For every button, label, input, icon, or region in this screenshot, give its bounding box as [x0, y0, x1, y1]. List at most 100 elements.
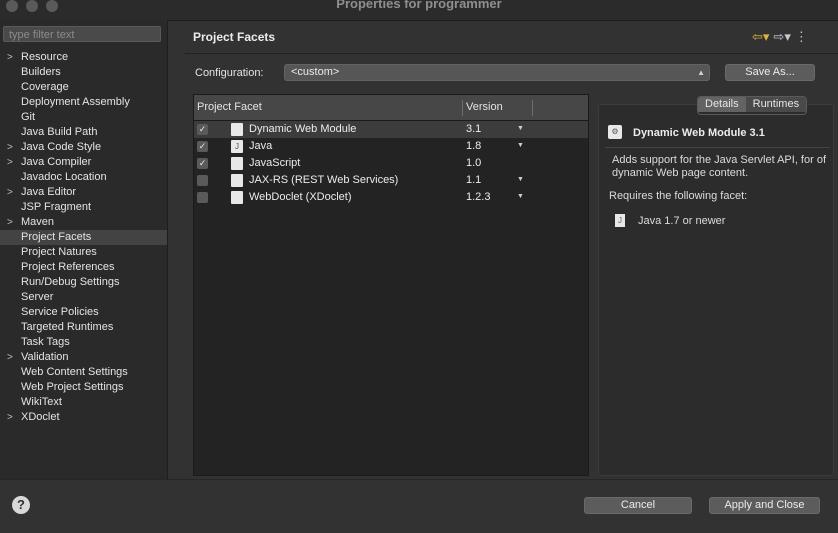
facet-version: 1.2.3	[466, 191, 491, 203]
tree-item[interactable]: JSP Fragment	[0, 200, 167, 215]
tree-item[interactable]: Coverage	[0, 80, 167, 95]
back-arrow-icon[interactable]: ⇦▾	[752, 29, 769, 44]
tree-item-label: Server	[21, 291, 54, 303]
chevron-right-icon[interactable]: >	[7, 155, 13, 170]
tree-item[interactable]: > Maven	[0, 215, 167, 230]
tree-item[interactable]: Run/Debug Settings	[0, 275, 167, 290]
facet-checkbox[interactable]: ✓	[197, 124, 208, 135]
facet-name: WebDoclet (XDoclet)	[249, 191, 352, 203]
tree-item-label: Targeted Runtimes	[21, 321, 114, 333]
cancel-button[interactable]: Cancel	[584, 497, 692, 514]
chevron-right-icon[interactable]: >	[7, 140, 13, 155]
tree-item-label: Maven	[21, 216, 55, 228]
facet-version: 1.8	[466, 140, 482, 152]
column-header-version[interactable]: Version	[466, 101, 503, 113]
save-as-button[interactable]: Save As...	[725, 64, 815, 81]
chevron-right-icon[interactable]: >	[7, 350, 13, 365]
facet-row[interactable]: JAX-RS (REST Web Services) 1.1 ▼	[194, 172, 588, 189]
facet-row[interactable]: ✓ Dynamic Web Module 3.1 ▼	[194, 121, 588, 138]
more-menu-icon[interactable]: ⋮	[795, 29, 808, 44]
filter-input[interactable]: type filter text	[3, 26, 161, 42]
facet-checkbox[interactable]: ✓	[197, 158, 208, 169]
web-module-icon: ⚙	[608, 125, 622, 139]
column-header-facet[interactable]: Project Facet	[197, 101, 262, 113]
tree-item[interactable]: > Java Code Style	[0, 140, 167, 155]
tree-item[interactable]: Service Policies	[0, 305, 167, 320]
tree-item[interactable]: Git	[0, 110, 167, 125]
table-header: Project Facet Version	[194, 95, 588, 121]
tree-item-label: Java Compiler	[21, 156, 92, 168]
tree-item-label: Task Tags	[21, 336, 70, 348]
tree-item[interactable]: > Validation	[0, 350, 167, 365]
chevron-right-icon[interactable]: >	[7, 185, 13, 200]
facet-name: JavaScript	[249, 157, 301, 169]
tree-item-label: Run/Debug Settings	[21, 276, 120, 288]
facet-checkbox[interactable]: ✓	[197, 141, 208, 152]
tree-item[interactable]: Builders	[0, 65, 167, 80]
tree-item[interactable]: Java Build Path	[0, 125, 167, 140]
select-arrows-icon: ▲	[697, 68, 705, 77]
tree-item-label: Project Facets	[21, 231, 92, 243]
tree-item[interactable]: > Resource	[0, 50, 167, 65]
facet-icon	[231, 191, 243, 204]
chevron-right-icon[interactable]: >	[7, 50, 13, 65]
facet-name: JAX-RS (REST Web Services)	[249, 174, 399, 186]
tree-item[interactable]: Deployment Assembly	[0, 95, 167, 110]
facet-name: Dynamic Web Module	[249, 123, 357, 135]
apply-and-close-button[interactable]: Apply and Close	[709, 497, 820, 514]
tree-item-label: WikiText	[21, 396, 62, 408]
forward-arrow-icon[interactable]: ⇨▾	[773, 29, 790, 44]
tab-runtimes[interactable]: Runtimes	[745, 97, 807, 112]
facet-row[interactable]: ✓ JavaScript 1.0	[194, 155, 588, 172]
property-tree: > Resource Builders Coverage Deployment Asse…	[0, 50, 167, 425]
version-dropdown-icon[interactable]: ▼	[517, 120, 524, 137]
tree-item[interactable]: Project Natures	[0, 245, 167, 260]
tree-item-label: Validation	[21, 351, 69, 363]
tree-item[interactable]: Task Tags	[0, 335, 167, 350]
footer-divider	[0, 479, 838, 480]
facet-name: Java	[249, 140, 273, 152]
property-tree-panel: type filter text > Resource Builders Covera…	[0, 20, 168, 479]
chevron-right-icon[interactable]: >	[7, 410, 13, 425]
tree-item-label: Java Code Style	[21, 141, 102, 153]
version-dropdown-icon[interactable]: ▼	[517, 137, 524, 154]
facet-version: 1.1	[466, 174, 482, 186]
facet-checkbox[interactable]	[197, 175, 208, 186]
chevron-right-icon[interactable]: >	[7, 215, 13, 230]
facet-icon: J	[231, 140, 243, 153]
tree-item[interactable]: Web Project Settings	[0, 380, 167, 395]
page-title: Project Facets	[193, 30, 276, 44]
tree-item[interactable]: Project References	[0, 260, 167, 275]
tree-item[interactable]: WikiText	[0, 395, 167, 410]
header-divider	[185, 53, 838, 54]
tree-item[interactable]: Project Facets	[0, 230, 167, 245]
tree-item-label: Javadoc Location	[21, 171, 107, 183]
tree-item[interactable]: > Java Editor	[0, 185, 167, 200]
tree-item-label: Web Content Settings	[21, 366, 128, 378]
facet-version: 3.1	[466, 123, 482, 135]
tab-details[interactable]: Details	[698, 97, 746, 112]
help-icon[interactable]: ?	[12, 496, 30, 514]
facet-icon	[231, 123, 243, 136]
facet-icon	[231, 174, 243, 187]
title-bar: Properties for programmer	[0, 0, 838, 21]
tree-item-label: Java Editor	[21, 186, 77, 198]
tree-item-label: Project References	[21, 261, 115, 273]
tree-item[interactable]: > Java Compiler	[0, 155, 167, 170]
details-tabs: Details Runtimes	[697, 96, 808, 115]
tree-item[interactable]: Javadoc Location	[0, 170, 167, 185]
facet-row[interactable]: ✓ J Java 1.8 ▼	[194, 138, 588, 155]
tree-item[interactable]: Web Content Settings	[0, 365, 167, 380]
version-dropdown-icon[interactable]: ▼	[517, 188, 524, 205]
tree-item[interactable]: Targeted Runtimes	[0, 320, 167, 335]
configuration-select[interactable]: <custom> ▲	[284, 64, 710, 81]
facet-row[interactable]: WebDoclet (XDoclet) 1.2.3 ▼	[194, 189, 588, 206]
tree-item[interactable]: Server	[0, 290, 167, 305]
facet-checkbox[interactable]	[197, 192, 208, 203]
window-title: Properties for programmer	[336, 0, 502, 11]
details-description: Adds support for the Java Servlet API, f…	[612, 154, 827, 179]
version-dropdown-icon[interactable]: ▼	[517, 171, 524, 188]
tree-item-label: Project Natures	[21, 246, 97, 258]
tree-item[interactable]: > XDoclet	[0, 410, 167, 425]
configuration-label: Configuration:	[195, 67, 264, 79]
